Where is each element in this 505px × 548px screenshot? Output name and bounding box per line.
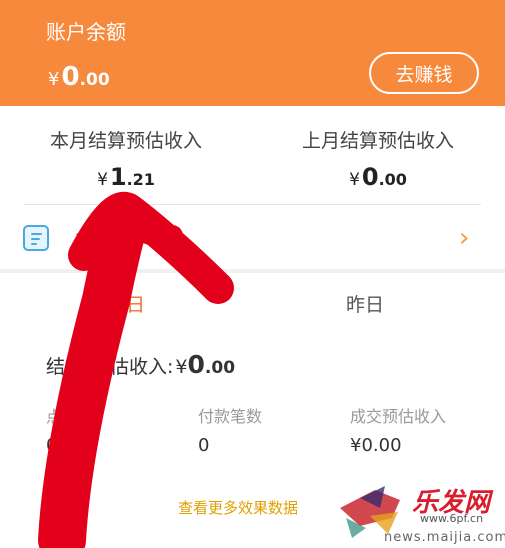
last-month-amount: ¥ 0 .00 — [349, 163, 407, 191]
last-month-currency: ¥ — [349, 170, 360, 190]
this-month-income: 本月结算预估收入 ¥ 1 .21 — [0, 106, 252, 191]
stat-label: 付款笔数 — [198, 407, 263, 426]
balance-amount: ¥ 0 .00 — [48, 62, 110, 92]
stat-deal-income: 成交预估收入 ¥0.00 — [350, 403, 446, 456]
settle-dec: .00 — [204, 358, 236, 378]
balance-dec: .00 — [79, 70, 110, 90]
earn-money-button[interactable]: 去赚钱 — [369, 52, 479, 94]
date-tabs: 日 昨日 — [0, 273, 505, 333]
stat-label: 点 — [46, 407, 63, 426]
this-month-dec: .21 — [126, 170, 155, 189]
last-month-label: 上月结算预估收入 — [301, 130, 454, 152]
tab-today[interactable]: 日 — [126, 290, 145, 317]
balance-currency: ¥ — [48, 69, 60, 90]
tab-yesterday[interactable]: 昨日 — [346, 290, 384, 317]
this-month-amount: ¥ 1 .21 — [97, 163, 155, 191]
stat-clicks: 点 0 — [46, 403, 62, 456]
this-month-int: 1 — [109, 163, 127, 191]
balance-title: 账户余额 — [46, 20, 126, 44]
stat-label: 成交预估收入 — [350, 407, 447, 426]
last-month-dec: .00 — [378, 170, 407, 189]
income-panel: 本月结算预估收入 ¥ 1 .21 上月结算预估收入 ¥ 0 .00 — [0, 106, 505, 206]
last-month-int: 0 — [361, 163, 379, 191]
settle-estimate: 结算 估收入: ¥ 0 .00 — [46, 350, 235, 379]
more-data-link[interactable]: 查看更多效果数据 — [178, 497, 298, 518]
stat-value: ¥0.00 — [350, 435, 402, 456]
this-month-currency: ¥ — [97, 170, 108, 190]
stat-payments: 付款笔数 0 — [198, 403, 262, 456]
balance-int: 0 — [61, 62, 80, 92]
order-label: 订 — [74, 232, 94, 254]
this-month-label: 本月结算预估收入 — [49, 130, 202, 152]
stat-value: 0 — [198, 435, 210, 456]
watermark-site: news.maijia.com — [384, 530, 505, 545]
order-doc-icon — [23, 225, 49, 251]
watermark-url: www.6pf.cn — [420, 512, 484, 525]
stat-value: 0 — [46, 435, 58, 456]
chevron-right-icon[interactable]: › — [459, 223, 469, 253]
settle-label: 结算 — [46, 356, 85, 378]
settle-int: 0 — [187, 350, 205, 379]
settle-label-tail: 估收入: — [110, 356, 174, 378]
last-month-income: 上月结算预估收入 ¥ 0 .00 — [252, 106, 504, 191]
settle-currency: ¥ — [175, 356, 188, 378]
